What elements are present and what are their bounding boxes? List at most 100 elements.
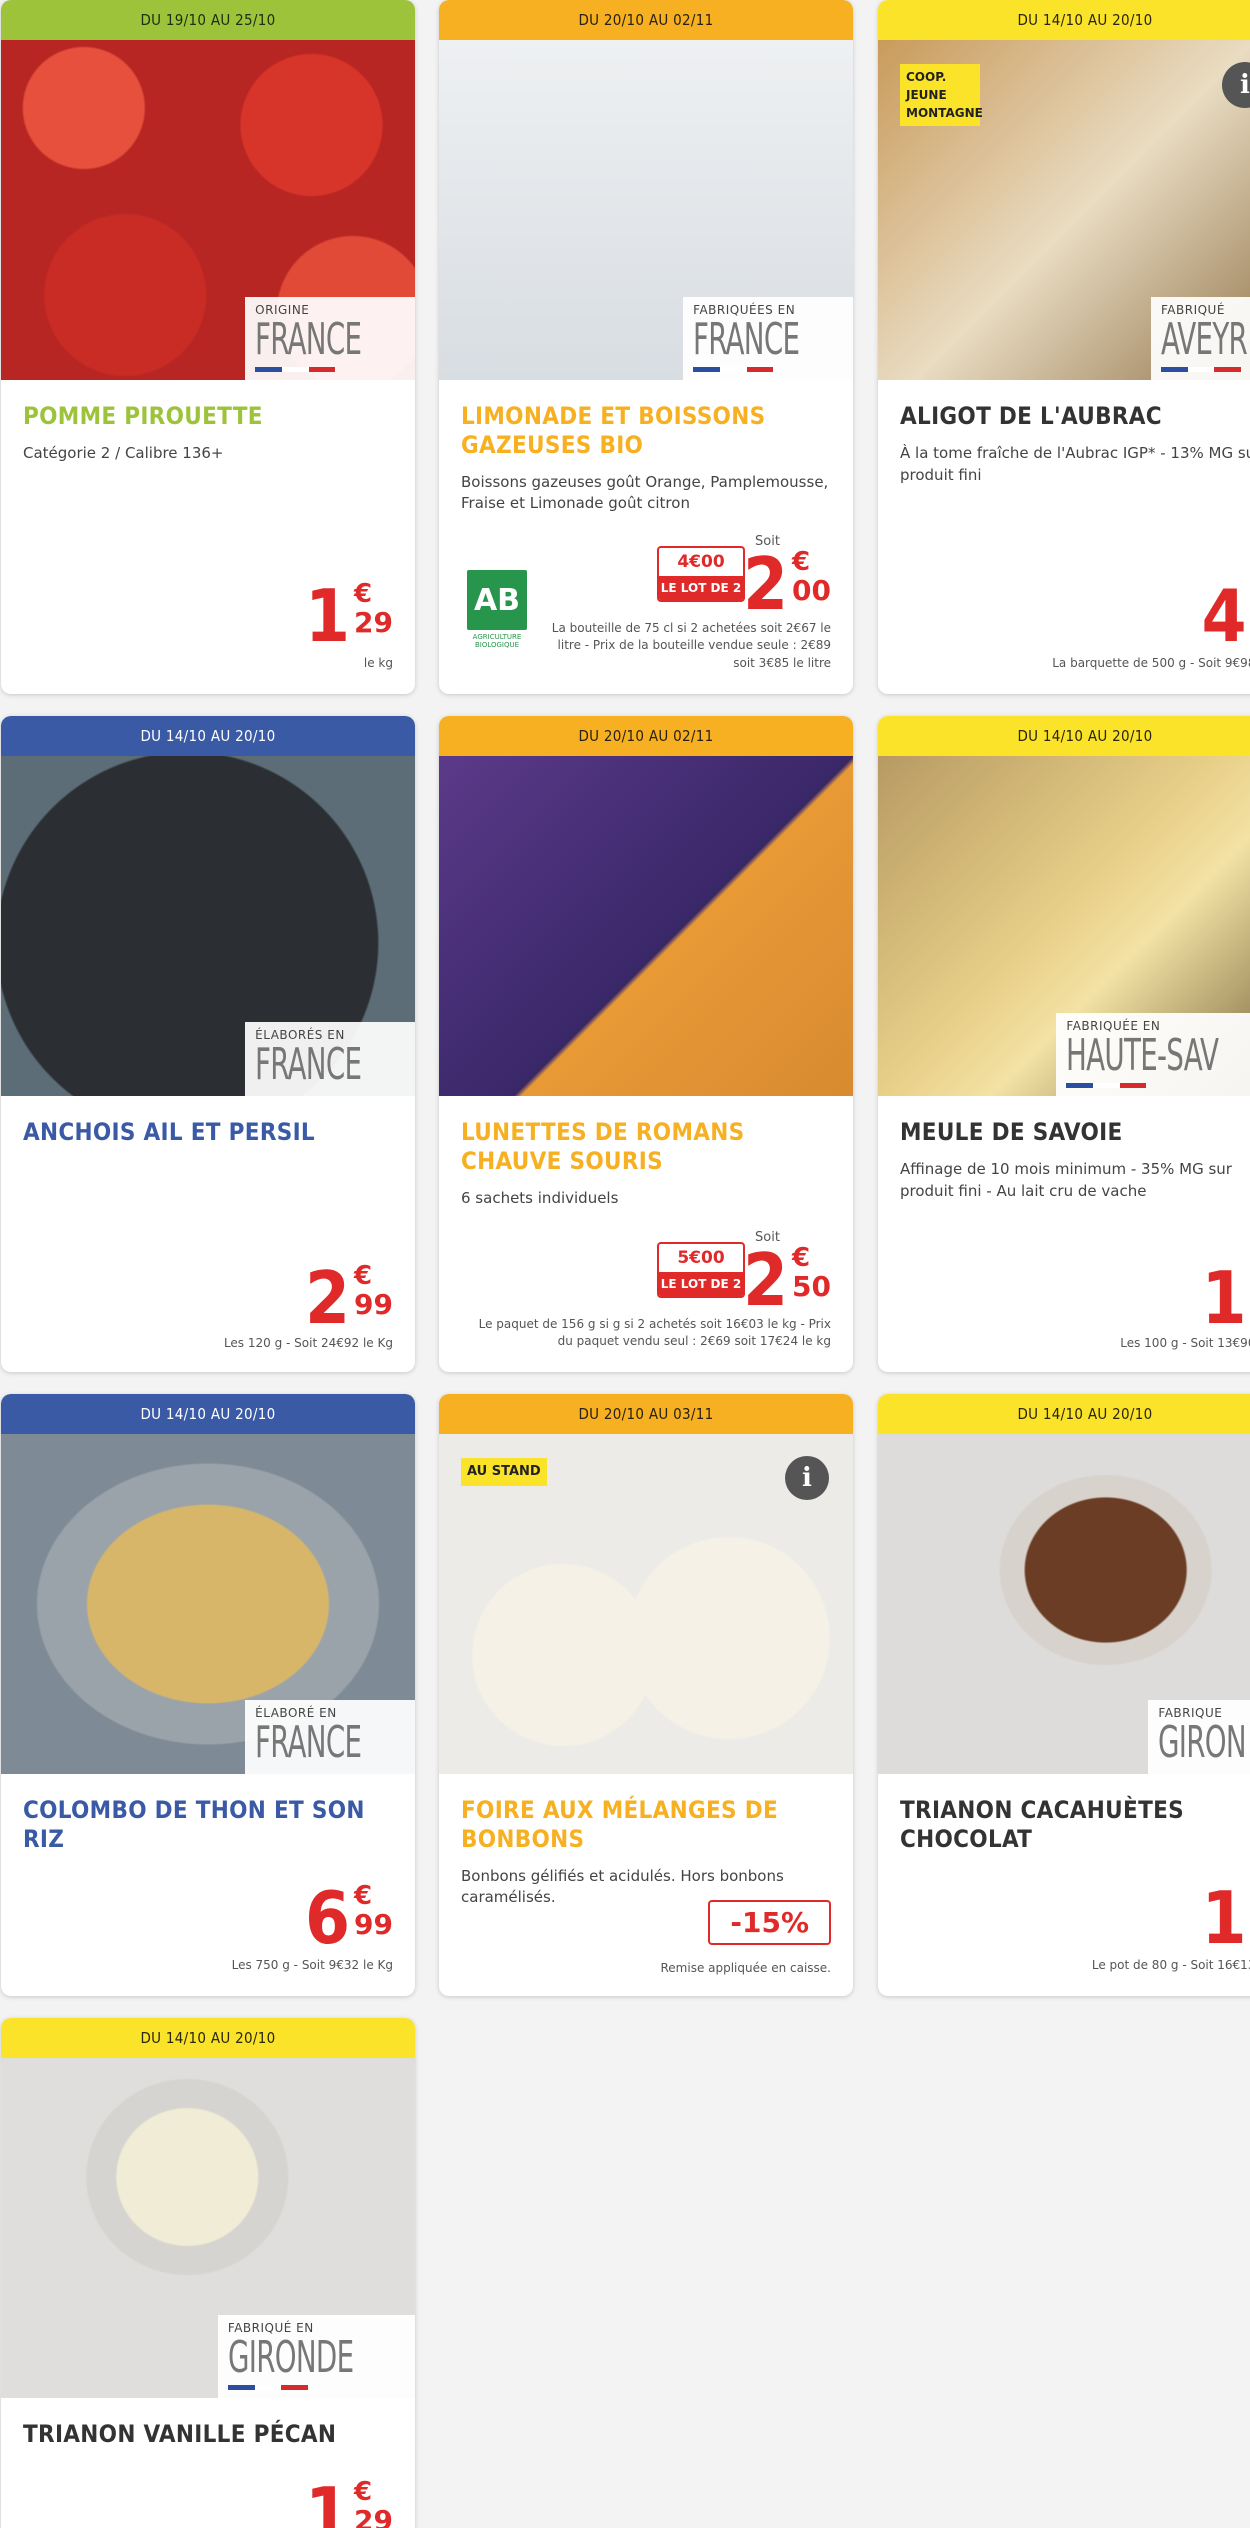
origin-name: GIRON: [1158, 1716, 1247, 1768]
flag-icon: [227, 2385, 308, 2390]
price-integer: 1: [304, 2472, 351, 2528]
product-card[interactable]: DU 19/10 AU 25/10 ORIGINE FRANCE POMME P…: [1, 0, 415, 694]
product-card[interactable]: DU 14/10 AU 20/10 COOP. JEUNE MONTAGNE F…: [878, 0, 1250, 694]
origin-tag: FABRIQUÉE EN HAUTE-SAV: [1056, 1012, 1250, 1096]
product-card[interactable]: DU 14/10 AU 20/10 FABRIQUÉE EN HAUTE-SAV…: [878, 716, 1250, 1372]
product-card[interactable]: DU 14/10 AU 20/10 ÉLABORÉS EN FRANCE ANC…: [1, 716, 415, 1372]
price-integer: 2: [742, 1238, 789, 1322]
date-banner: DU 14/10 AU 20/10: [1, 2018, 415, 2058]
lot-label: LE LOT DE 2: [659, 576, 743, 600]
product-photo: ÉLABORÉS EN FRANCE: [1, 756, 415, 1096]
product-title: MEULE DE SAVOIE: [900, 1118, 1123, 1146]
product-photo: ÉLABORÉ EN FRANCE: [1, 1434, 415, 1774]
price-integer: 2: [304, 1256, 351, 1340]
price: 1 €29: [305, 2478, 393, 2528]
lot-price: 4€00: [677, 552, 725, 572]
origin-name: FRANCE: [255, 313, 362, 365]
product-title: TRIANON CACAHUÈTES CHOCOLAT: [900, 1796, 1185, 1853]
price: 1 €2: [1201, 1882, 1250, 1954]
unit-price: La barquette de 500 g - Soit 9€98 le: [1052, 656, 1250, 670]
date-banner: DU 20/10 AU 02/11: [439, 0, 853, 40]
info-icon[interactable]: i: [785, 1456, 829, 1500]
stand-badge: AU STAND: [461, 1458, 547, 1486]
flag-icon: [1160, 367, 1241, 372]
price-integer: 1: [1201, 1876, 1247, 1960]
price: 2 €50: [743, 1244, 831, 1316]
date-banner: DU 14/10 AU 20/10: [878, 1394, 1250, 1434]
date-banner: DU 20/10 AU 03/11: [439, 1394, 853, 1434]
flag-icon: [693, 367, 774, 372]
origin-name: AVEYR: [1160, 313, 1248, 365]
product-description: 6 sachets individuels: [461, 1188, 619, 1207]
unit-price: Les 120 g - Soit 24€92 le Kg: [223, 1336, 393, 1350]
price-cents: 29: [354, 2503, 393, 2528]
product-card[interactable]: DU 14/10 AU 20/10 ÉLABORÉ EN FRANCE COLO…: [1, 1394, 415, 1996]
fine-print: La bouteille de 75 cl si 2 achetées soit…: [551, 621, 831, 670]
date-banner: DU 14/10 AU 20/10: [878, 716, 1250, 756]
unit-price: Le pot de 80 g - Soit 16€13 le: [1091, 1958, 1250, 1972]
origin-tag: ORIGINE FRANCE: [245, 296, 415, 380]
date-banner: DU 14/10 AU 20/10: [878, 0, 1250, 40]
price-cents: 29: [354, 605, 393, 639]
currency: €: [792, 1243, 811, 1273]
product-photo: AU STAND i: [439, 1434, 853, 1774]
product-photo: FABRIQUÉ EN GIRONDE: [1, 2058, 415, 2398]
origin-tag: FABRIQUÉ AVEYR: [1150, 296, 1250, 380]
product-card[interactable]: DU 14/10 AU 20/10 FABRIQUE GIRON TRIANON…: [878, 1394, 1250, 1996]
origin-name: FRANCE: [255, 1716, 362, 1768]
origin-tag: FABRIQUÉES EN FRANCE: [683, 296, 853, 380]
currency: €: [792, 547, 811, 577]
date-banner: DU 14/10 AU 20/10: [1, 716, 415, 756]
ab-icon: AB: [467, 570, 527, 630]
product-photo: [439, 756, 853, 1096]
product-card[interactable]: DU 20/10 AU 02/11 FABRIQUÉES EN FRANCE L…: [439, 0, 853, 694]
product-title: ALIGOT DE L'AUBRAC: [900, 402, 1162, 430]
organic-logo: AB AGRICULTURE BIOLOGIQUE: [467, 570, 527, 650]
product-title: FOIRE AUX MÉLANGES DE BONBONS: [461, 1796, 778, 1853]
product-title: TRIANON VANILLE PÉCAN: [23, 2420, 337, 2448]
date-banner: DU 19/10 AU 25/10: [1, 0, 415, 40]
product-photo: FABRIQUÉE EN HAUTE-SAV: [878, 756, 1250, 1096]
flag-icon: [1066, 1083, 1147, 1088]
product-description: À la tome fraîche de l'Aubrac IGP* - 13%…: [900, 443, 1250, 484]
price-cents: 99: [354, 1907, 393, 1941]
price-integer: 4: [1201, 574, 1247, 658]
origin-tag: ÉLABORÉ EN FRANCE: [245, 1699, 415, 1774]
product-photo: ORIGINE FRANCE: [1, 40, 415, 380]
price: 6 €99: [305, 1882, 393, 1954]
ab-caption: AGRICULTURE BIOLOGIQUE: [472, 633, 522, 650]
price: 2 €99: [305, 1262, 393, 1334]
product-title: LIMONADE ET BOISSONS GAZEUSES BIO: [461, 402, 766, 459]
product-description: Affinage de 10 mois minimum - 35% MG sur…: [900, 1159, 1232, 1200]
price-integer: 2: [742, 542, 789, 626]
product-card[interactable]: DU 20/10 AU 02/11 LUNETTES DE ROMANS CHA…: [439, 716, 853, 1372]
origin-name: HAUTE-SAV: [1066, 1029, 1219, 1081]
currency: €: [354, 579, 373, 609]
price-cents: 50: [792, 1269, 831, 1303]
price: 1 €29: [305, 580, 393, 652]
price-integer: 1: [1201, 1256, 1247, 1340]
lot-label: LE LOT DE 2: [659, 1272, 743, 1296]
lot-offer: 5€00 LE LOT DE 2: [657, 1242, 745, 1298]
product-description: Boissons gazeuses goût Orange, Pamplemou…: [461, 472, 829, 513]
origin-name: FRANCE: [693, 313, 800, 365]
product-card[interactable]: DU 14/10 AU 20/10 FABRIQUÉ EN GIRONDE TR…: [1, 2018, 415, 2528]
price-integer: 6: [304, 1876, 351, 1960]
fine-print: Le paquet de 156 g si g si 2 achetés soi…: [478, 1317, 831, 1349]
price-cents: 99: [354, 1287, 393, 1321]
unit-price: Les 750 g - Soit 9€32 le Kg: [231, 1958, 393, 1972]
lot-price: 5€00: [677, 1248, 725, 1268]
unit-price: le kg: [363, 656, 393, 670]
date-banner: DU 20/10 AU 02/11: [439, 716, 853, 756]
price: 2 €00: [743, 548, 831, 620]
lot-offer: 4€00 LE LOT DE 2: [657, 546, 745, 602]
product-photo: FABRIQUÉES EN FRANCE: [439, 40, 853, 380]
currency: €: [354, 1881, 373, 1911]
currency: €: [354, 1261, 373, 1291]
origin-tag: FABRIQUE GIRON: [1148, 1699, 1250, 1774]
flag-icon: [255, 367, 336, 372]
unit-price: Les 100 g - Soit 13€90 le: [1120, 1336, 1250, 1350]
currency: €: [354, 2477, 373, 2507]
product-card[interactable]: DU 20/10 AU 03/11 AU STAND i FOIRE AUX M…: [439, 1394, 853, 1996]
origin-tag: FABRIQUÉ EN GIRONDE: [217, 2314, 415, 2398]
